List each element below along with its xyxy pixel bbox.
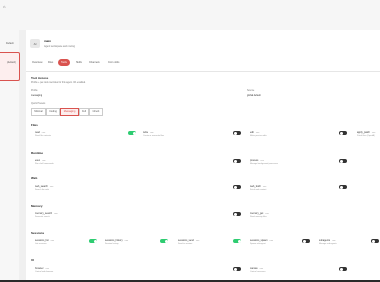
tool-read-desc: Read file contents — [35, 135, 52, 137]
preset-minimal-button[interactable]: Minimal — [31, 108, 46, 116]
section-sessions-title: Sessions — [31, 231, 45, 235]
agent-list-item-tag: (default) — [7, 61, 16, 64]
quick-presets-label: Quick Presets — [31, 103, 46, 105]
tool-subagents-toggle[interactable] — [371, 239, 379, 243]
section-runtime-title: Runtime — [31, 151, 43, 155]
agent-description: Agent workspace and routing — [44, 45, 75, 48]
tool-sessions-list-toggle[interactable] — [89, 239, 97, 243]
tool-sessions-history-toggle[interactable] — [160, 239, 168, 243]
tool-canvas-toggle[interactable] — [339, 267, 347, 271]
tool-memory-get-name: memory_get core — [250, 212, 269, 215]
tool-memory-search-desc: Semantic search — [35, 216, 50, 218]
agent-list-item-label[interactable]: Default — [6, 42, 14, 45]
tool-write-toggle[interactable] — [233, 131, 241, 135]
section-memory-title: Memory — [31, 204, 43, 208]
tab-channels[interactable]: Channels — [86, 59, 103, 66]
tool-write-name: write core — [143, 131, 154, 134]
home-icon[interactable]: ⌂ — [3, 4, 5, 9]
tool-memory-search-name: memory_search core — [35, 212, 58, 215]
tool-web-search-desc: Search the web — [35, 189, 49, 191]
tool-web-fetch-desc: Fetch web content — [250, 189, 267, 191]
preset-messaging-button[interactable]: Messaging — [60, 108, 79, 116]
tab-tools[interactable]: Tools — [58, 59, 70, 66]
tool-browser-toggle[interactable] — [233, 267, 241, 271]
tool-sessions-history-desc: Session history — [105, 243, 119, 245]
tool-sessions-spawn-desc: Spawn sub-agent — [250, 243, 266, 245]
tool-sessions-send-name: sessions_send core — [178, 239, 200, 242]
tool-process-name: process core — [250, 159, 264, 162]
tool-memory-search-toggle[interactable] — [233, 212, 241, 216]
tool-browser-name: browser core — [35, 267, 50, 270]
tool-exec-desc: Run shell commands — [35, 163, 54, 165]
tool-subagents-name: subagents core — [319, 239, 336, 242]
tool-sessions-history-name: sessions_history core — [105, 239, 129, 242]
agent-list-item-selected[interactable]: (default) — [0, 52, 20, 81]
tool-process-desc: Manage background processes — [250, 163, 278, 165]
profile-label: Profile — [31, 90, 38, 92]
section-ui-title: UI — [31, 258, 34, 262]
tool-read-name: read core — [35, 131, 46, 134]
section-web-title: Web — [31, 176, 38, 180]
tab-cron-jobs[interactable]: Cron Jobs — [105, 59, 122, 66]
agent-detail-panel: AI main Agent workspace and routing Over… — [26, 30, 380, 282]
agent-avatar: AI — [30, 39, 40, 48]
preset-inherit-button[interactable]: Inherit — [89, 108, 103, 116]
tool-sessions-list-name: sessions_list core — [35, 239, 55, 242]
tool-memory-get-desc: Read memory files — [250, 216, 267, 218]
tabs-divider — [26, 71, 380, 72]
agents-sidebar: Default (default) — [0, 30, 20, 282]
tool-web-search-toggle[interactable] — [233, 185, 241, 189]
tool-sessions-spawn-toggle[interactable] — [302, 239, 310, 243]
profile-value: messaging — [31, 95, 43, 97]
tool-apply-patch-name: apply_patch core — [357, 131, 376, 134]
tool-exec-name: exec core — [35, 159, 46, 162]
tool-sessions-list-desc: List sessions — [35, 243, 47, 245]
tool-sessions-spawn-name: sessions_spawn core — [250, 239, 274, 242]
tool-web-fetch-toggle[interactable] — [339, 185, 347, 189]
tool-sessions-send-desc: Send to session — [178, 243, 193, 245]
tool-apply-patch-desc: Patch files (OpenAI) — [357, 135, 375, 137]
tool-access-title: Tool Access — [31, 76, 49, 80]
tab-skills[interactable]: Skills — [73, 59, 85, 66]
tool-edit-toggle[interactable] — [339, 131, 347, 135]
agent-name: main — [44, 39, 52, 43]
tool-access-subtitle: Profile + per-tool overrides for this ag… — [31, 82, 86, 84]
tab-files[interactable]: Files — [45, 59, 56, 66]
tool-read-toggle[interactable] — [128, 131, 136, 135]
tool-web-search-name: web_search core — [35, 185, 54, 188]
tool-sessions-send-toggle[interactable] — [233, 239, 241, 243]
tab-overview[interactable]: Overview — [29, 59, 45, 66]
section-files-title: Files — [31, 123, 38, 127]
tool-web-fetch-name: web_fetch core — [250, 185, 267, 188]
source-value: global default — [247, 95, 261, 97]
tool-canvas-name: canvas core — [250, 267, 264, 270]
preset-full-button[interactable]: Full — [79, 108, 89, 116]
tool-exec-toggle[interactable] — [233, 159, 241, 163]
tool-write-desc: Create or overwrite files — [143, 135, 165, 137]
preset-coding-button[interactable]: Coding — [46, 108, 60, 116]
tool-browser-desc: Control web browser — [35, 271, 54, 273]
top-bar: ⌂ — [0, 0, 380, 30]
tool-edit-desc: Make precise edits — [250, 135, 267, 137]
source-label: Source — [247, 90, 255, 92]
tool-canvas-desc: Control canvases — [250, 271, 266, 273]
tool-edit-name: edit core — [250, 131, 260, 134]
tool-process-toggle[interactable] — [339, 159, 347, 163]
tool-subagents-desc: Manage sub-agents — [319, 243, 337, 245]
